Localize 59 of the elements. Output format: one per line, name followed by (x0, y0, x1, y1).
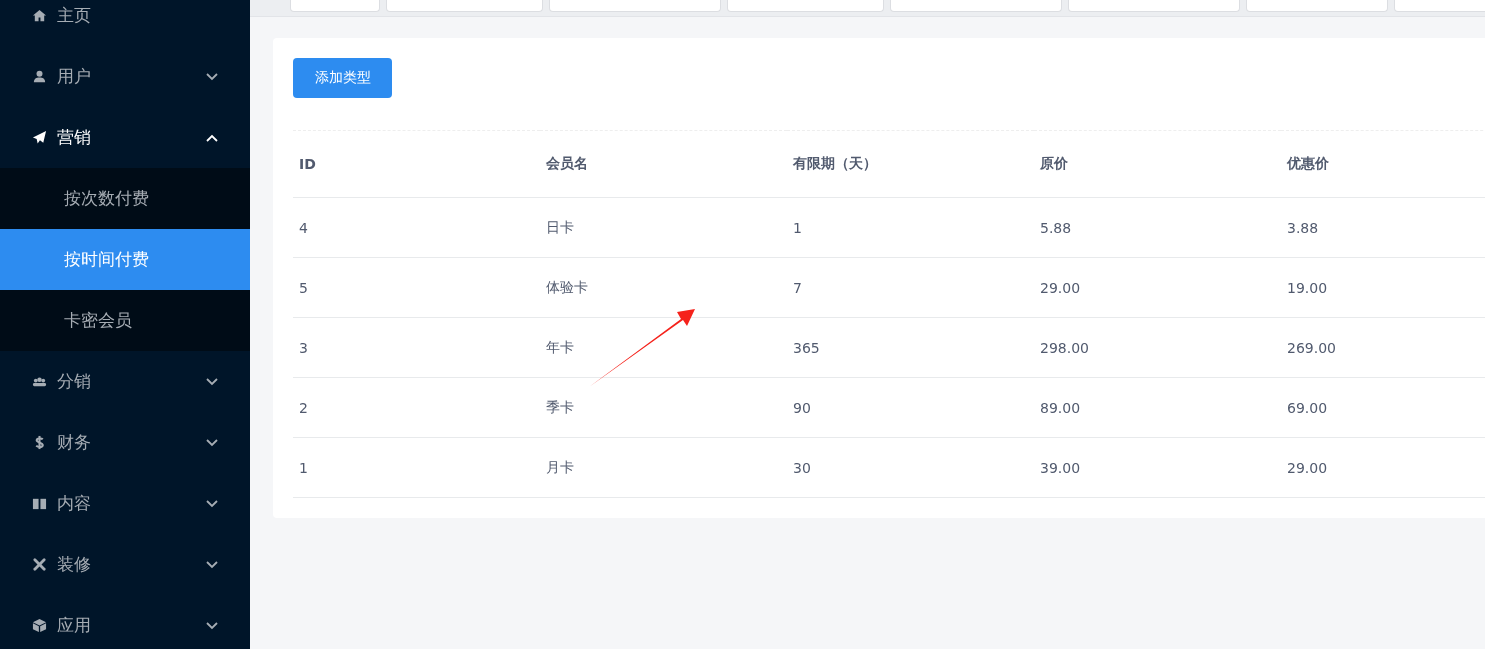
table-cell: 69.00 (1281, 377, 1485, 438)
table-cell: 1 (293, 437, 540, 498)
menu-item[interactable]: 营销 (0, 107, 250, 168)
chevron-down-icon (206, 438, 218, 447)
table-cell: 1 (787, 197, 1034, 258)
column-header: 有限期（天） (787, 130, 1034, 198)
table-cell: 3 (293, 317, 540, 378)
table-cell: 5 (293, 257, 540, 318)
table-cell: 269.00 (1281, 317, 1485, 378)
table-cell: 2 (293, 377, 540, 438)
column-header: ID (293, 130, 540, 198)
chevron-down-icon (206, 499, 218, 508)
table-cell: 5.88 (1034, 197, 1281, 258)
table-cell: 89.00 (1034, 377, 1281, 438)
chevron-down-icon (206, 377, 218, 386)
table-cell: 4 (293, 197, 540, 258)
table-cell: 365 (787, 317, 1034, 378)
table-cell: 298.00 (1034, 317, 1281, 378)
people-icon (32, 374, 47, 389)
menu-item[interactable]: 装修 (0, 534, 250, 595)
table-cell: 90 (787, 377, 1034, 438)
column-header: 原价 (1034, 130, 1281, 198)
tab-stub[interactable] (386, 0, 543, 12)
table-cell: 30 (787, 437, 1034, 498)
table-cell: 月卡 (540, 437, 787, 498)
column-header: 优惠价 (1281, 130, 1485, 198)
table-cell: 7 (787, 257, 1034, 318)
table-cell: 季卡 (540, 377, 787, 438)
tab-stub[interactable] (1068, 0, 1240, 12)
menu-item[interactable]: 内容 (0, 473, 250, 534)
chevron-down-icon (206, 560, 218, 569)
table-cell: 29.00 (1281, 437, 1485, 498)
tab-stub[interactable] (1394, 0, 1485, 12)
cube-icon (32, 618, 47, 633)
tab-stub[interactable] (549, 0, 721, 12)
table-cell: 29.00 (1034, 257, 1281, 318)
menu-item[interactable]: 财务 (0, 412, 250, 473)
tab-stub[interactable] (1246, 0, 1388, 12)
table-cell: 3.88 (1281, 197, 1485, 258)
user-icon (32, 69, 47, 84)
book-icon (32, 496, 47, 511)
tab-stub[interactable] (290, 0, 380, 12)
table-cell: 39.00 (1034, 437, 1281, 498)
chevron-down-icon (206, 621, 218, 630)
tab-stub[interactable] (727, 0, 884, 12)
submenu-item[interactable]: 卡密会员 (0, 290, 250, 351)
chevron-up-icon (206, 133, 218, 142)
submenu-item[interactable]: 按次数付费 (0, 168, 250, 229)
column-header: 会员名 (540, 130, 787, 198)
menu-item[interactable]: 用户 (0, 46, 250, 107)
home-icon (32, 8, 47, 23)
menu-item[interactable]: 主页 (0, 0, 250, 46)
menu-item[interactable]: 分销 (0, 351, 250, 412)
table-cell: 日卡 (540, 197, 787, 258)
chevron-down-icon (206, 72, 218, 81)
menu-item[interactable]: 应用 (0, 595, 250, 649)
table-cell: 19.00 (1281, 257, 1485, 318)
paper-plane-icon (32, 130, 47, 145)
tab-stub[interactable] (890, 0, 1062, 12)
